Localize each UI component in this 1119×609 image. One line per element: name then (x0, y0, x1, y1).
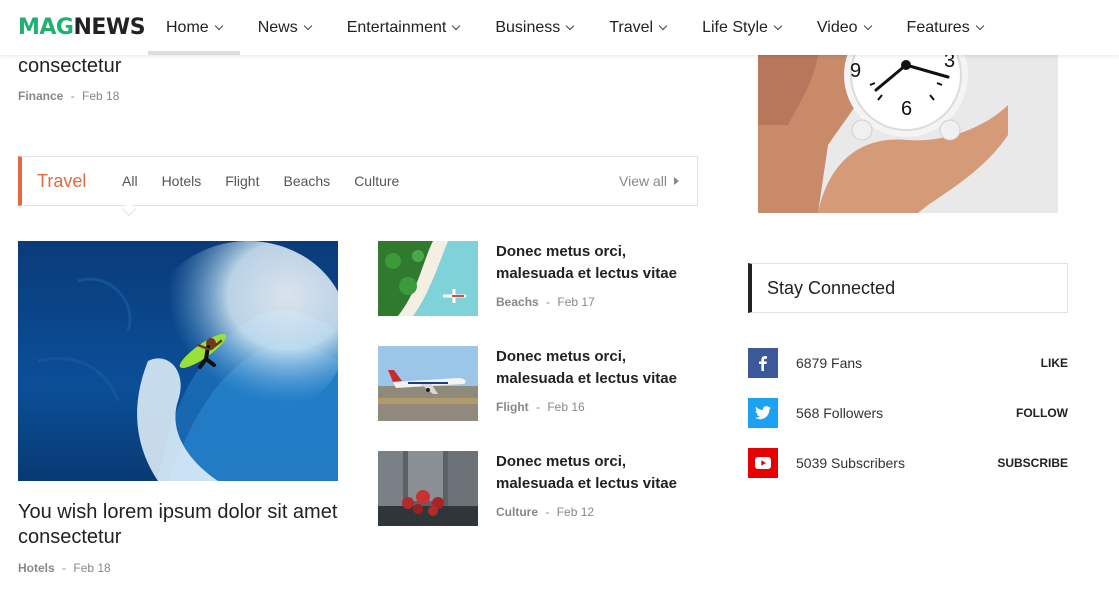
meta-separator: - (545, 505, 550, 519)
nav-label: Entertainment (346, 18, 447, 36)
nav-label: Video (816, 18, 858, 36)
svg-text:3: 3 (944, 55, 955, 72)
nav-label: News (257, 18, 298, 36)
article-title[interactable]: Donec metus orci, malesuada et lectus vi… (496, 241, 706, 285)
chevron-down-icon (773, 21, 783, 30)
nav-item-entertainment[interactable]: Entertainment (329, 0, 478, 55)
nav-item-life-style[interactable]: Life Style (684, 0, 799, 55)
logo-mag: MAG (18, 15, 74, 40)
featured-article-image[interactable] (18, 241, 338, 481)
meta-separator: - (546, 295, 551, 309)
youtube-icon[interactable] (748, 448, 778, 478)
stay-connected-title: Stay Connected (767, 278, 896, 298)
article-category[interactable]: Finance (18, 89, 63, 103)
top-article-meta: Finance - Feb 18 (18, 89, 119, 103)
section-tabs: All Hotels Flight Beachs Culture (122, 157, 423, 205)
nav-label: Travel (609, 18, 654, 36)
article-date: Feb 18 (73, 561, 111, 575)
meta-separator: - (70, 89, 75, 103)
main-nav: Home News Entertainment Business Travel … (148, 0, 1001, 55)
city-ornaments-image (378, 451, 478, 526)
meta-separator: - (62, 561, 67, 575)
nav-item-travel[interactable]: Travel (591, 0, 684, 55)
article-date: Feb 18 (82, 89, 120, 103)
nav-item-features[interactable]: Features (889, 0, 1001, 55)
chevron-down-icon (303, 21, 312, 30)
surfer-wave-image (18, 241, 338, 481)
article-meta: Flight - Feb 16 (496, 400, 585, 414)
article-meta: Culture - Feb 12 (496, 505, 594, 519)
site-logo[interactable]: MAGNEWS (18, 15, 146, 40)
nav-label: Business (495, 18, 561, 36)
svg-text:9: 9 (850, 60, 861, 82)
like-button[interactable]: LIKE (1041, 356, 1068, 370)
caret-right-icon (674, 177, 679, 186)
social-row-facebook: 6879 Fans LIKE (748, 348, 1068, 378)
facebook-icon[interactable] (748, 348, 778, 378)
subscribe-button[interactable]: SUBSCRIBE (997, 456, 1068, 470)
featured-article-title[interactable]: You wish lorem ipsum dolor sit amet cons… (18, 500, 338, 550)
chevron-down-icon (452, 21, 461, 30)
beach-aerial-image (378, 241, 478, 316)
article-meta: Beachs - Feb 17 (496, 295, 595, 309)
sidebar-ad-image[interactable]: 9 3 6 (758, 55, 1058, 213)
site-header: MAGNEWS Home News Entertainment Business… (0, 0, 1119, 55)
article-thumbnail[interactable] (378, 241, 478, 316)
list-item: Donec metus orci, malesuada et lectus vi… (378, 346, 708, 422)
chevron-down-icon (565, 21, 575, 30)
social-count: 568 Followers (796, 405, 884, 421)
tab-hotels[interactable]: Hotels (162, 173, 202, 189)
view-all-link[interactable]: View all (619, 173, 679, 189)
svg-text:6: 6 (901, 98, 912, 120)
chevron-down-icon (863, 21, 872, 30)
list-item: Donec metus orci, malesuada et lectus vi… (378, 451, 708, 527)
social-count: 5039 Subscribers (796, 455, 905, 471)
top-article-title[interactable]: consectetur (18, 55, 121, 78)
tab-culture[interactable]: Culture (354, 173, 399, 189)
article-thumbnail[interactable] (378, 451, 478, 526)
social-row-youtube: 5039 Subscribers SUBSCRIBE (748, 448, 1068, 478)
nav-item-home[interactable]: Home (148, 0, 240, 55)
article-category[interactable]: Culture (496, 505, 538, 519)
nav-item-business[interactable]: Business (477, 0, 591, 55)
article-title[interactable]: Donec metus orci, malesuada et lectus vi… (496, 451, 706, 495)
meta-separator: - (536, 400, 540, 414)
section-title: Travel (37, 171, 87, 191)
article-title[interactable]: Donec metus orci, malesuada et lectus vi… (496, 346, 706, 390)
social-row-twitter: 568 Followers FOLLOW (748, 398, 1068, 428)
article-date: Feb 12 (556, 505, 595, 519)
airplane-image (378, 346, 478, 421)
nav-label: Home (166, 18, 209, 36)
nav-item-video[interactable]: Video (799, 0, 889, 55)
clock-in-hand-image: 9 3 6 (758, 55, 1058, 213)
chevron-down-icon (658, 21, 668, 30)
article-category[interactable]: Flight (496, 400, 529, 414)
twitter-icon[interactable] (748, 398, 778, 428)
featured-article-meta: Hotels - Feb 18 (18, 561, 111, 575)
nav-label: Features (906, 18, 970, 36)
article-category[interactable]: Beachs (496, 295, 539, 309)
nav-item-news[interactable]: News (240, 0, 329, 55)
tab-flight[interactable]: Flight (225, 173, 259, 189)
follow-button[interactable]: FOLLOW (1016, 406, 1068, 420)
article-date: Feb 17 (557, 295, 595, 309)
travel-section-header: Travel All Hotels Flight Beachs Culture … (18, 156, 698, 217)
article-thumbnail[interactable] (378, 346, 478, 421)
nav-label: Life Style (702, 18, 768, 36)
list-item: Donec metus orci, malesuada et lectus vi… (378, 241, 708, 317)
view-all-label: View all (619, 173, 667, 189)
article-date: Feb 16 (547, 400, 585, 414)
chevron-down-icon (214, 21, 223, 30)
chevron-down-icon (975, 21, 984, 30)
article-category[interactable]: Hotels (18, 561, 55, 575)
tab-all[interactable]: All (122, 173, 138, 189)
stay-connected-header: Stay Connected (748, 263, 1068, 313)
social-count: 6879 Fans (796, 355, 863, 371)
tab-beachs[interactable]: Beachs (283, 173, 330, 189)
logo-news: NEWS (73, 15, 146, 40)
